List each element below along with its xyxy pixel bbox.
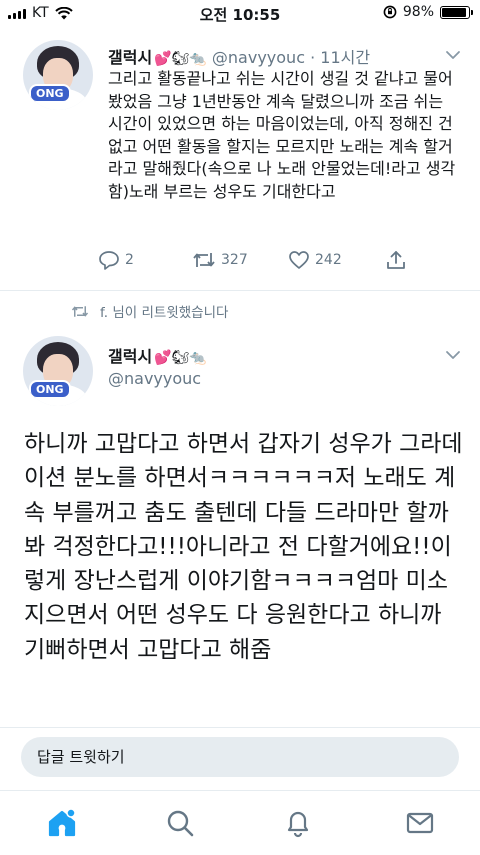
messages-icon[interactable] [404, 807, 436, 839]
battery-icon [440, 5, 473, 19]
avatar-badge: ONG [29, 380, 71, 399]
tweet-actions: 2 327 242 [98, 250, 438, 274]
tweet-header: 갤럭시 💕🐿🐀 @navyyouc · 11시간 [108, 44, 370, 68]
chevron-down-icon[interactable] [444, 46, 462, 64]
retweet-notice-text: f. 님이 리트윗했습니다 [100, 305, 229, 321]
like-button[interactable]: 242 [288, 250, 342, 270]
orientation-lock-icon [383, 5, 397, 19]
tab-bar [0, 790, 480, 855]
retweet-small-icon [71, 305, 89, 317]
author-handle[interactable]: @navyyouc [108, 369, 201, 388]
author-name-row: 갤럭시 💕🐿🐀 [108, 343, 207, 367]
reply-bar: 답글 트윗하기 [0, 727, 480, 788]
avatar[interactable]: ONG [23, 40, 93, 110]
tweet-text: 그리고 활동끝나고 쉬는 시간이 생길 것 같냐고 물어봤었음 그냥 1년반동안… [108, 69, 456, 201]
share-button[interactable] [386, 250, 406, 270]
retweet-count: 327 [221, 252, 248, 268]
reply-count: 2 [125, 252, 134, 268]
search-icon[interactable] [164, 807, 196, 839]
heart-icon [289, 251, 309, 269]
retweet-icon [193, 253, 215, 267]
battery-percent: 98% [402, 4, 434, 20]
main-tweet-text: 하니까 고맙다고 하면서 갑자기 성우가 그라데이션 분노를 하면서ㅋㅋㅋㅋㅋㅋ… [24, 431, 463, 663]
retweet-notice[interactable]: f. 님이 리트윗했습니다 [70, 301, 228, 321]
chevron-down-icon[interactable] [444, 346, 462, 364]
author-handle[interactable]: @navyyouc [212, 48, 305, 67]
author-emoji: 💕🐿🐀 [154, 51, 207, 67]
time-separator: · [310, 48, 316, 67]
reply-icon [99, 251, 119, 270]
like-count: 242 [315, 252, 342, 268]
avatar-badge: ONG [29, 84, 71, 103]
avatar[interactable]: ONG [23, 336, 93, 406]
author-name[interactable]: 갤럭시 [108, 347, 152, 366]
notifications-icon[interactable] [282, 807, 314, 839]
reply-placeholder: 답글 트윗하기 [37, 748, 125, 766]
status-bar: KT 오전 10:55 98% [0, 0, 480, 26]
author-emoji: 💕🐿🐀 [154, 350, 207, 366]
tweet-time: 11시간 [320, 48, 371, 67]
reply-button[interactable]: 2 [98, 250, 134, 270]
divider [0, 290, 480, 291]
retweet-button[interactable]: 327 [192, 250, 248, 270]
home-icon[interactable] [46, 807, 78, 839]
status-right: 98% [383, 4, 473, 20]
author-name[interactable]: 갤럭시 [108, 48, 152, 67]
reply-input[interactable]: 답글 트윗하기 [21, 737, 459, 777]
share-icon [387, 251, 405, 269]
